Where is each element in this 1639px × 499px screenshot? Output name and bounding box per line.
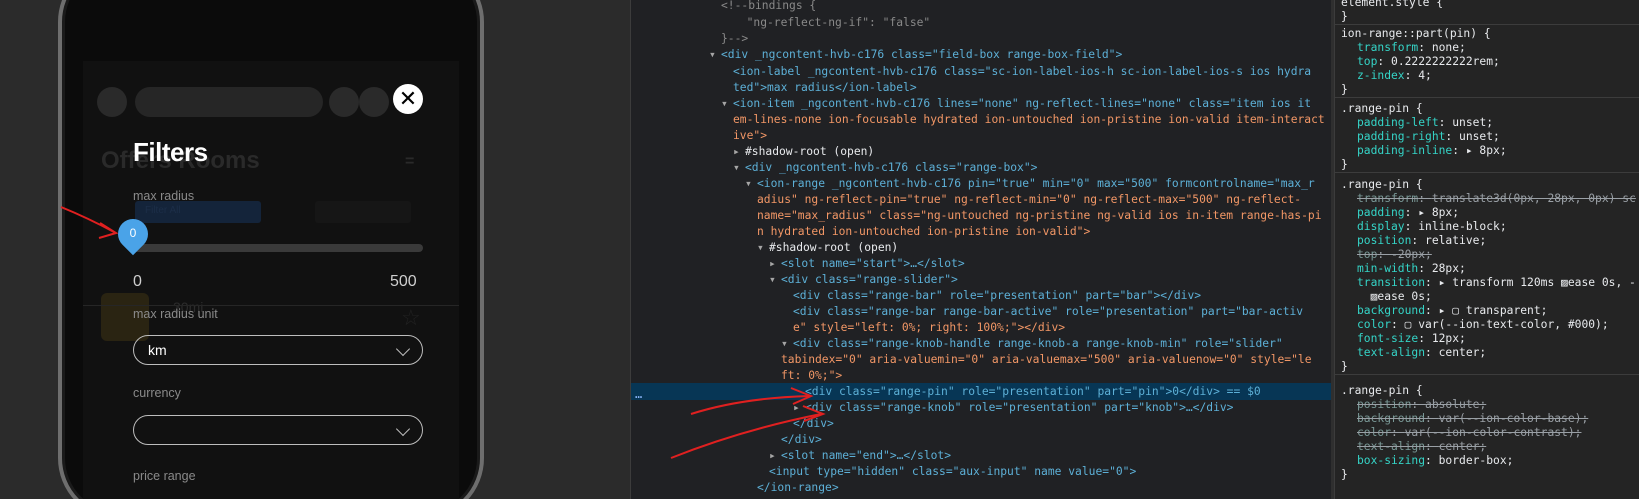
property-value: border-box; <box>1438 454 1514 467</box>
style-rule-range-pin: .range-pin { transform: translate3d(0px,… <box>1335 178 1639 375</box>
style-property-overridden[interactable]: color: var(--ion-color-contrast); <box>1335 426 1639 440</box>
annotation-arrow <box>60 206 119 239</box>
style-rule-close: } <box>1341 10 1348 23</box>
style-property[interactable]: font-size: 12px; <box>1335 332 1639 346</box>
style-property[interactable]: min-width: 28px; <box>1335 262 1639 276</box>
style-selector[interactable]: ion-range::part(pin) { <box>1335 27 1639 41</box>
property-name: padding-inline <box>1357 144 1453 157</box>
style-property[interactable]: background: ▸ ▢ transparent; <box>1335 304 1639 318</box>
device-preview: Offers Rooms = Filter All 30mi ☆ ✕ Filte… <box>0 0 630 499</box>
style-property[interactable]: padding: ▸ 8px; <box>1335 206 1639 220</box>
property-name: transition <box>1357 276 1426 289</box>
style-property-overridden[interactable]: background: var(--ion-color-base); <box>1335 412 1639 426</box>
property-value: center; <box>1438 346 1487 359</box>
property-name: top <box>1357 248 1378 261</box>
property-name: position <box>1357 234 1412 247</box>
property-value: ▢ var(--ion-text-color, #000); <box>1404 318 1609 331</box>
property-name: background <box>1357 304 1426 317</box>
style-selector[interactable]: .range-pin { <box>1335 102 1639 116</box>
property-value: unset; <box>1459 130 1500 143</box>
property-value: var(--ion-color-base); <box>1438 412 1589 425</box>
style-rule-close: } <box>1341 158 1348 171</box>
property-name: position <box>1357 398 1412 411</box>
property-name: color <box>1357 318 1392 331</box>
style-property[interactable]: padding-left: unset; <box>1335 116 1639 130</box>
style-property-overridden[interactable]: top: -20px; <box>1335 248 1639 262</box>
property-name: text-align <box>1357 346 1426 359</box>
style-property[interactable]: display: inline-block; <box>1335 220 1639 234</box>
style-selector[interactable]: .range-pin { <box>1335 384 1639 398</box>
style-property[interactable]: transition: ▸ transform 120ms ▨ease 0s, … <box>1335 276 1639 290</box>
style-property-continuation: ▨ease 0s; <box>1335 290 1639 304</box>
style-rule-close: } <box>1341 360 1348 373</box>
property-value: 4; <box>1418 69 1432 82</box>
property-name: color <box>1357 426 1392 439</box>
property-value: ▸ 8px; <box>1465 144 1507 157</box>
property-name: display <box>1357 220 1405 233</box>
property-value: unset; <box>1452 116 1494 129</box>
property-value: relative; <box>1425 234 1487 247</box>
style-property-overridden[interactable]: text-align: center; <box>1335 440 1639 454</box>
property-value: ▸ transform 120ms ▨ease 0s, - <box>1438 276 1636 289</box>
property-name: font-size <box>1357 332 1419 345</box>
style-rule-range-pin: .range-pin { padding-left: unset; paddin… <box>1335 102 1639 173</box>
property-name: padding-right <box>1357 130 1446 143</box>
property-name: padding <box>1357 206 1405 219</box>
style-property[interactable]: padding-right: unset; <box>1335 130 1639 144</box>
property-value: 12px; <box>1431 332 1466 345</box>
property-value: var(--ion-color-contrast); <box>1404 426 1582 439</box>
property-name: background <box>1357 412 1426 425</box>
style-rule-element: element.style { } <box>1335 0 1639 25</box>
style-selector[interactable]: .range-pin { <box>1335 178 1639 192</box>
property-name: z-index <box>1357 69 1405 82</box>
property-value: inline-block; <box>1418 220 1507 233</box>
style-rule-close: } <box>1341 468 1348 481</box>
property-name: top <box>1357 55 1378 68</box>
property-name: padding-left <box>1357 116 1439 129</box>
styles-panel: element.style { } ion-range::part(pin) {… <box>1334 0 1639 499</box>
property-value: ▸ 8px; <box>1418 206 1460 219</box>
style-rule-range-pin: .range-pin { position: absolute; backgro… <box>1335 384 1639 482</box>
property-name: min-width <box>1357 262 1419 275</box>
annotation-arrow <box>670 387 826 459</box>
property-value: ▸ ▢ transparent; <box>1438 304 1548 317</box>
style-rule-part-pin: ion-range::part(pin) { transform: none; … <box>1335 27 1639 98</box>
property-value: none; <box>1431 41 1466 54</box>
style-property[interactable]: padding-inline: ▸ 8px; <box>1335 144 1639 158</box>
property-value: translate3d(0px, 28px, 0px) sc <box>1431 192 1636 205</box>
property-value: 0.2222222222rem; <box>1391 55 1500 68</box>
property-value: -20px; <box>1391 248 1432 261</box>
property-name: transform <box>1357 41 1419 54</box>
elements-panel: <!--bindings { "ng-reflect-ng-if": "fals… <box>630 0 1334 499</box>
property-name: transform <box>1357 192 1419 205</box>
style-property-overridden[interactable]: transform: translate3d(0px, 28px, 0px) s… <box>1335 192 1639 206</box>
property-value: ▨ease 0s; <box>1357 290 1432 303</box>
style-rule-close: } <box>1341 83 1348 96</box>
style-property[interactable]: position: relative; <box>1335 234 1639 248</box>
style-property[interactable]: z-index: 4; <box>1335 69 1639 83</box>
style-property[interactable]: text-align: center; <box>1335 346 1639 360</box>
style-property[interactable]: box-sizing: border-box; <box>1335 454 1639 468</box>
style-property-overridden[interactable]: position: absolute; <box>1335 398 1639 412</box>
property-value: absolute; <box>1425 398 1487 411</box>
style-property[interactable]: transform: none; <box>1335 41 1639 55</box>
style-selector[interactable]: element.style { <box>1335 0 1639 10</box>
style-property[interactable]: color: ▢ var(--ion-text-color, #000); <box>1335 318 1639 332</box>
property-name: box-sizing <box>1357 454 1426 467</box>
property-name: text-align <box>1357 440 1426 453</box>
style-property[interactable]: top: 0.2222222222rem; <box>1335 55 1639 69</box>
property-value: center; <box>1438 440 1487 453</box>
property-value: 28px; <box>1431 262 1466 275</box>
